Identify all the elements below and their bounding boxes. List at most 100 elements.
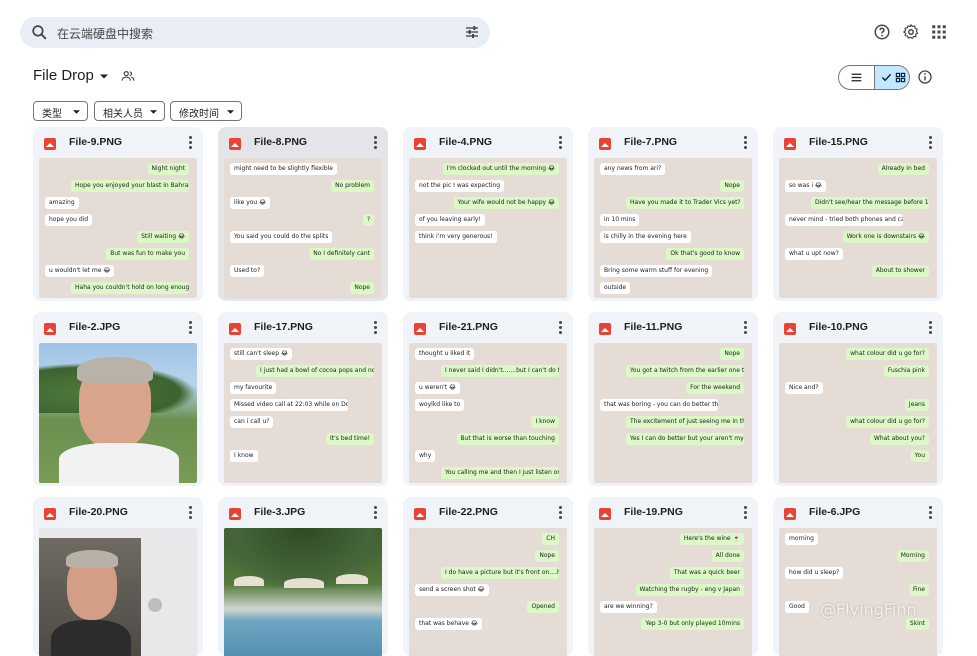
file-card[interactable]: File-9.PNG Night night Hope you enjoyed yo… <box>33 127 203 301</box>
more-actions-icon[interactable] <box>189 506 193 520</box>
chat-bubble: Fuschia pink <box>883 365 929 377</box>
more-actions-icon[interactable] <box>744 321 748 335</box>
chat-bubble: Bring some warm stuff for evening <box>600 265 713 277</box>
file-card[interactable]: File-10.PNG what colour did u go for? Fusc… <box>773 312 943 486</box>
chevron-down-icon[interactable] <box>100 74 108 79</box>
file-thumbnail <box>224 528 382 656</box>
file-card[interactable]: File-19.PNG Here's the wine 🍷 All done That… <box>588 497 758 656</box>
file-card[interactable]: File-15.PNG Already in bed so was i 😂 Didn'… <box>773 127 943 301</box>
chat-bubble: Used to? <box>230 265 265 277</box>
file-card[interactable]: File-22.PNG CH Nope I do have a picture but… <box>403 497 573 656</box>
chat-bubble: Fine <box>908 584 929 596</box>
file-card[interactable]: File-17.PNG still can't sleep 😂 I just had… <box>218 312 388 486</box>
search-icon[interactable] <box>30 23 49 42</box>
file-card[interactable]: File-21.PNG thought u liked it I never sai… <box>403 312 573 486</box>
list-view-button[interactable] <box>839 66 875 89</box>
chat-bubble: amazing <box>45 197 79 209</box>
file-thumbnail: morning Morning how did u sleep? Fine Good Sk… <box>779 528 937 656</box>
filter-type[interactable]: 类型 <box>33 101 88 121</box>
more-actions-icon[interactable] <box>189 136 193 150</box>
chat-bubble: Have you made it to Trader Vics yet? <box>626 197 744 209</box>
file-thumbnail: Here's the wine 🍷 All done That was a quic… <box>594 528 752 656</box>
file-card[interactable]: File-8.PNG might need to be slightly flex… <box>218 127 388 301</box>
more-actions-icon[interactable] <box>929 506 933 520</box>
more-actions-icon[interactable] <box>744 136 748 150</box>
chat-bubble: u weren't 😂 <box>415 382 461 394</box>
file-name: File-11.PNG <box>624 321 683 333</box>
chat-bubble: Skint <box>905 618 929 630</box>
image-file-icon <box>414 138 426 150</box>
image-file-icon <box>599 138 611 150</box>
chat-bubble: morning <box>785 533 818 545</box>
chat-bubble: Night night <box>147 163 189 175</box>
chat-bubble: of you leaving early! <box>415 214 485 226</box>
more-actions-icon[interactable] <box>929 321 933 335</box>
info-icon[interactable] <box>917 69 933 85</box>
more-actions-icon[interactable] <box>929 136 933 150</box>
settings-gear-icon[interactable] <box>902 23 920 41</box>
filter-type-label: 类型 <box>42 109 62 120</box>
apps-grid-icon[interactable] <box>930 23 948 41</box>
chat-bubble: But that is worse than touching <box>456 433 559 445</box>
image-file-icon <box>599 508 611 520</box>
file-card[interactable]: File-2.JPG <box>33 312 203 486</box>
image-file-icon <box>229 323 241 335</box>
file-card[interactable]: File-11.PNG Nope You got a twitch from the… <box>588 312 758 486</box>
chat-bubble: still can't sleep 😂 <box>230 348 292 360</box>
chat-bubble: CH <box>542 533 559 545</box>
image-file-icon <box>784 138 796 150</box>
file-card[interactable]: File-6.JPG morning Morning how did u sleep?… <box>773 497 943 656</box>
chat-bubble: any news from ari? <box>600 163 666 175</box>
chat-bubble: It's bed time! <box>326 433 374 445</box>
image-file-icon <box>784 323 796 335</box>
search-bar[interactable]: 在云端硬盘中搜索 <box>20 17 490 48</box>
filter-modified-label: 修改时间 <box>179 109 219 120</box>
file-name: File-20.PNG <box>69 506 128 518</box>
file-card[interactable]: File-7.PNG any news from ari? Nope Have you… <box>588 127 758 301</box>
file-thumbnail: still can't sleep 😂 I just had a bowl of … <box>224 343 382 483</box>
chat-bubble: But was fun to make you <box>106 248 189 260</box>
filter-modified[interactable]: 修改时间 <box>170 101 242 121</box>
filter-people[interactable]: 相关人员 <box>94 101 165 121</box>
file-card[interactable]: File-3.JPG <box>218 497 388 656</box>
chat-bubble: That was a quick beer <box>669 567 744 579</box>
chat-bubble: Nice and? <box>785 382 823 394</box>
chat-bubble: like you 😂 <box>230 197 271 209</box>
chat-bubble: Nope <box>720 180 744 192</box>
image-file-icon <box>44 138 56 150</box>
help-icon[interactable] <box>873 23 891 41</box>
more-actions-icon[interactable] <box>559 506 563 520</box>
file-thumbnail <box>39 343 197 483</box>
folder-title[interactable]: File Drop <box>33 67 94 84</box>
file-thumbnail: Nope You got a twitch from the earlier on… <box>594 343 752 483</box>
list-icon <box>851 73 862 82</box>
file-card[interactable]: File-4.PNG I'm clocked out until the morn… <box>403 127 573 301</box>
chat-bubble: that was boring - you can do better than… <box>600 399 718 411</box>
more-actions-icon[interactable] <box>559 321 563 335</box>
file-name: File-2.JPG <box>69 321 121 333</box>
chat-bubble: Nope <box>535 550 559 562</box>
more-actions-icon[interactable] <box>374 506 378 520</box>
chat-bubble: No problem <box>331 180 374 192</box>
chat-bubble: Your wife would not be happy 😂 <box>453 197 559 209</box>
chat-bubble: not the pic I was expecting <box>415 180 505 192</box>
search-options-icon[interactable] <box>464 24 480 40</box>
more-actions-icon[interactable] <box>374 136 378 150</box>
more-actions-icon[interactable] <box>374 321 378 335</box>
grid-view-button[interactable] <box>874 66 909 89</box>
search-input[interactable]: 在云端硬盘中搜索 <box>57 25 153 42</box>
more-actions-icon[interactable] <box>189 321 193 335</box>
file-name: File-8.PNG <box>254 136 308 148</box>
file-name: File-22.PNG <box>439 506 498 518</box>
more-actions-icon[interactable] <box>559 136 563 150</box>
chat-bubble: No I definitely cant <box>309 248 374 260</box>
more-actions-icon[interactable] <box>744 506 748 520</box>
chat-bubble: Ok that's good to know <box>666 248 744 260</box>
chat-bubble: is chilly in the evening here <box>600 231 691 243</box>
file-card[interactable]: File-20.PNG <box>33 497 203 656</box>
chat-bubble: You got a twitch from the earlier one th… <box>626 365 744 377</box>
chat-bubble: how did u sleep? <box>785 567 844 579</box>
image-file-icon <box>44 508 56 520</box>
chat-bubble: About to shower <box>871 265 929 277</box>
chat-bubble: The excitement of just seeing me in the … <box>626 416 744 428</box>
